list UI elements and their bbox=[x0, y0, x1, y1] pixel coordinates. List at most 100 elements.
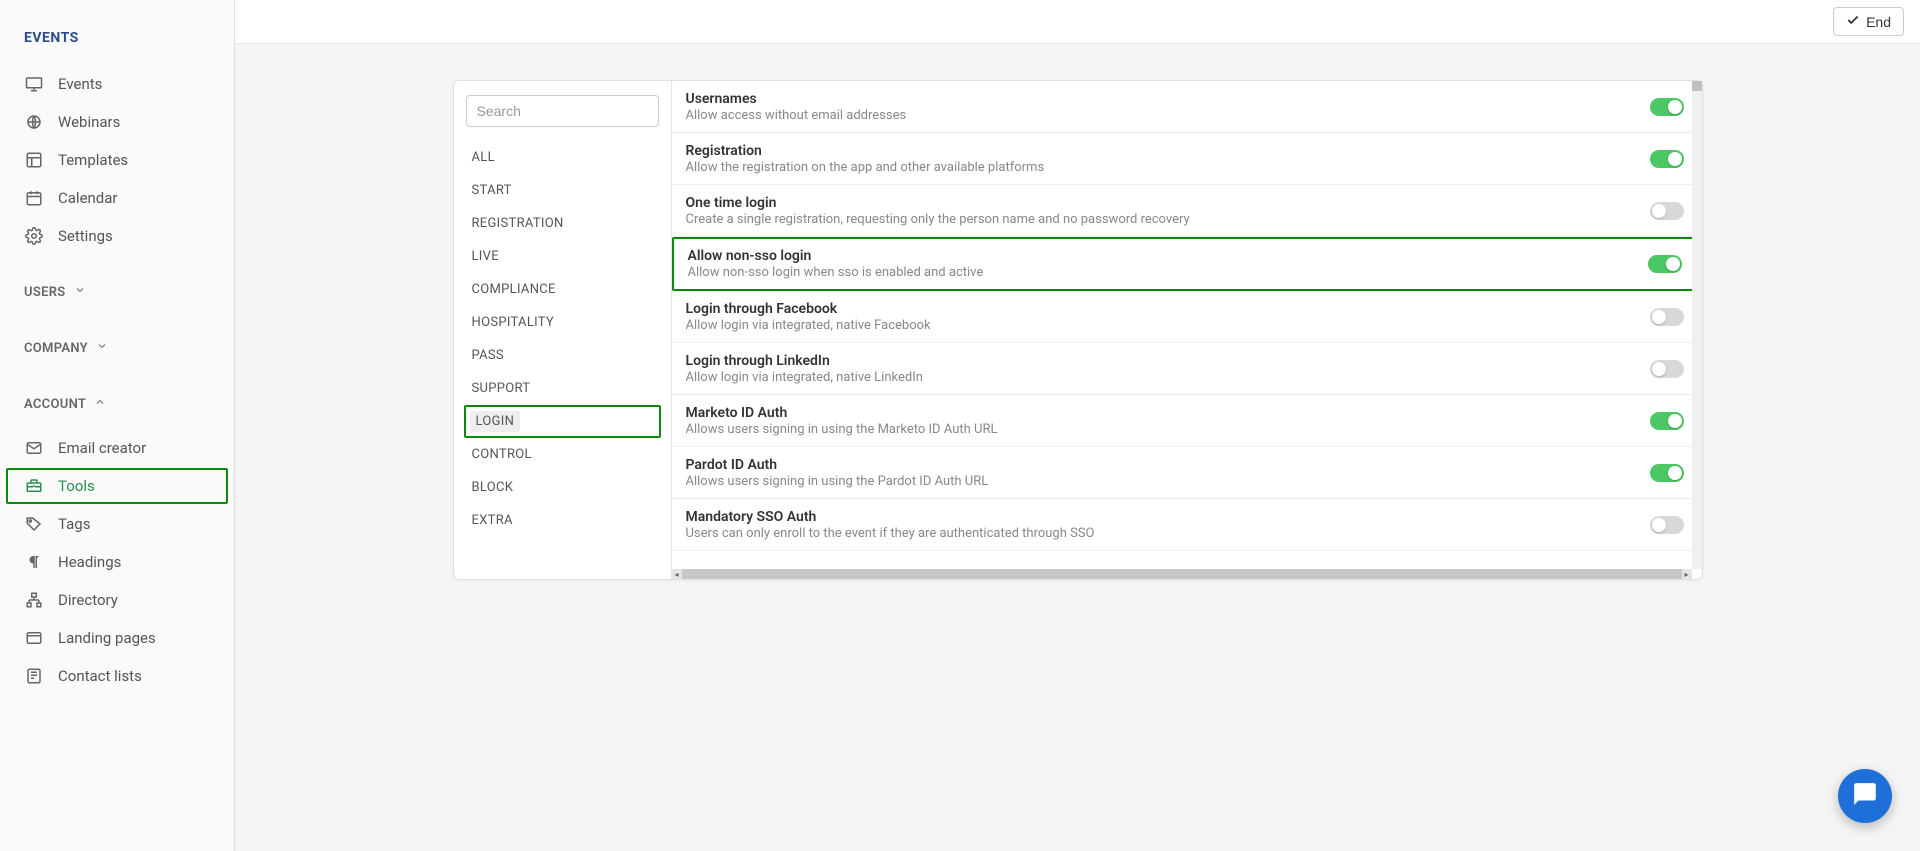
toggle-switch[interactable] bbox=[1650, 464, 1684, 482]
setting-text: Login through LinkedInAllow login via in… bbox=[686, 353, 1630, 385]
nav-item-label: Email creator bbox=[58, 439, 146, 457]
setting-desc: Allow non-sso login when sso is enabled … bbox=[688, 265, 1628, 280]
filter-column: ALLSTARTREGISTRATIONLIVECOMPLIANCEHOSPIT… bbox=[454, 81, 672, 579]
toggle-switch[interactable] bbox=[1650, 516, 1684, 534]
nav-item-tags[interactable]: Tags bbox=[0, 506, 234, 542]
toggle-switch[interactable] bbox=[1650, 202, 1684, 220]
end-button-label: End bbox=[1866, 14, 1891, 30]
end-button[interactable]: End bbox=[1833, 7, 1904, 36]
nav-item-events[interactable]: Events bbox=[0, 66, 234, 102]
nav-item-label: Directory bbox=[58, 591, 118, 609]
setting-title: Registration bbox=[686, 143, 1630, 159]
chat-icon bbox=[1852, 781, 1878, 811]
setting-desc: Allows users signing in using the Pardot… bbox=[686, 474, 1630, 489]
events-nav-group: Events Webinars Templates Calendar Settings bbox=[0, 66, 234, 254]
nav-item-label: Templates bbox=[58, 151, 128, 169]
main-area: End ALLSTARTREGISTRATIONLIVECOMPLIANCEHO… bbox=[235, 0, 1920, 851]
setting-row-usernames: UsernamesAllow access without email addr… bbox=[672, 81, 1702, 133]
sidebar: EVENTS Events Webinars Templates Calendar Se… bbox=[0, 0, 235, 851]
vertical-scrollbar[interactable] bbox=[1692, 81, 1702, 569]
nav-item-landing-pages[interactable]: Landing pages bbox=[0, 620, 234, 656]
setting-text: UsernamesAllow access without email addr… bbox=[686, 91, 1630, 123]
category-hospitality[interactable]: HOSPITALITY bbox=[466, 306, 659, 339]
setting-desc: Allow login via integrated, native Faceb… bbox=[686, 318, 1630, 333]
setting-row-mandatory-sso-auth: Mandatory SSO AuthUsers can only enroll … bbox=[672, 499, 1702, 551]
setting-text: Pardot ID AuthAllows users signing in us… bbox=[686, 457, 1630, 489]
category-live[interactable]: LIVE bbox=[466, 240, 659, 273]
setting-row-allow-non-sso-login: Allow non-sso loginAllow non-sso login w… bbox=[672, 237, 1702, 291]
category-block[interactable]: BLOCK bbox=[466, 471, 659, 504]
nav-item-settings[interactable]: Settings bbox=[0, 218, 234, 254]
category-list: ALLSTARTREGISTRATIONLIVECOMPLIANCEHOSPIT… bbox=[466, 141, 659, 537]
setting-desc: Allows users signing in using the Market… bbox=[686, 422, 1630, 437]
nav-item-label: Calendar bbox=[58, 189, 118, 207]
category-all[interactable]: ALL bbox=[466, 141, 659, 174]
nav-item-directory[interactable]: Directory bbox=[0, 582, 234, 618]
content-wrap: ALLSTARTREGISTRATIONLIVECOMPLIANCEHOSPIT… bbox=[235, 44, 1920, 851]
category-control[interactable]: CONTROL bbox=[466, 438, 659, 471]
setting-title: Mandatory SSO Auth bbox=[686, 509, 1630, 525]
settings-list-wrap: UsernamesAllow access without email addr… bbox=[672, 81, 1702, 579]
nav-item-headings[interactable]: Headings bbox=[0, 544, 234, 580]
setting-text: One time loginCreate a single registrati… bbox=[686, 195, 1630, 227]
toggle-switch[interactable] bbox=[1650, 98, 1684, 116]
setting-desc: Allow login via integrated, native Linke… bbox=[686, 370, 1630, 385]
setting-desc: Users can only enroll to the event if th… bbox=[686, 526, 1630, 541]
settings-list: UsernamesAllow access without email addr… bbox=[672, 81, 1702, 551]
chevron-down-icon bbox=[74, 284, 86, 300]
setting-row-login-through-facebook: Login through FacebookAllow login via in… bbox=[672, 291, 1702, 343]
section-company-label: COMPANY bbox=[24, 341, 88, 356]
setting-desc: Allow the registration on the app and ot… bbox=[686, 160, 1630, 175]
toggle-switch[interactable] bbox=[1650, 360, 1684, 378]
horizontal-scrollbar[interactable]: ◂ ▸ bbox=[672, 569, 1692, 579]
nav-item-calendar[interactable]: Calendar bbox=[0, 180, 234, 216]
section-account[interactable]: ACCOUNT bbox=[0, 386, 234, 422]
chevron-up-icon bbox=[94, 396, 106, 412]
tag-icon bbox=[24, 514, 44, 534]
settings-panel: ALLSTARTREGISTRATIONLIVECOMPLIANCEHOSPIT… bbox=[453, 80, 1703, 580]
category-compliance[interactable]: COMPLIANCE bbox=[466, 273, 659, 306]
category-start[interactable]: START bbox=[466, 174, 659, 207]
account-nav-group: Email creator Tools Tags Headings Directory L… bbox=[0, 430, 234, 694]
setting-row-marketo-id-auth: Marketo ID AuthAllows users signing in u… bbox=[672, 395, 1702, 447]
toggle-switch[interactable] bbox=[1650, 308, 1684, 326]
setting-title: Pardot ID Auth bbox=[686, 457, 1630, 473]
category-login[interactable]: LOGIN bbox=[464, 405, 661, 438]
top-bar: End bbox=[235, 0, 1920, 44]
setting-row-login-through-linkedin: Login through LinkedInAllow login via in… bbox=[672, 343, 1702, 395]
category-extra[interactable]: EXTRA bbox=[466, 504, 659, 537]
category-label: LOGIN bbox=[470, 411, 521, 432]
setting-desc: Allow access without email addresses bbox=[686, 108, 1630, 123]
setting-text: Login through FacebookAllow login via in… bbox=[686, 301, 1630, 333]
category-pass[interactable]: PASS bbox=[466, 339, 659, 372]
setting-title: Marketo ID Auth bbox=[686, 405, 1630, 421]
sidebar-header: EVENTS bbox=[0, 20, 234, 66]
nav-item-label: Webinars bbox=[58, 113, 120, 131]
setting-text: Allow non-sso loginAllow non-sso login w… bbox=[688, 248, 1628, 280]
nav-item-contact-lists[interactable]: Contact lists bbox=[0, 658, 234, 694]
setting-row-one-time-login: One time loginCreate a single registrati… bbox=[672, 185, 1702, 237]
search-input[interactable] bbox=[466, 95, 659, 127]
toggle-switch[interactable] bbox=[1650, 412, 1684, 430]
section-users[interactable]: USERS bbox=[0, 274, 234, 310]
chat-bubble-button[interactable] bbox=[1838, 769, 1892, 823]
toggle-switch[interactable] bbox=[1648, 255, 1682, 273]
category-support[interactable]: SUPPORT bbox=[466, 372, 659, 405]
toggle-switch[interactable] bbox=[1650, 150, 1684, 168]
globe-icon bbox=[24, 112, 44, 132]
setting-text: Mandatory SSO AuthUsers can only enroll … bbox=[686, 509, 1630, 541]
nav-item-templates[interactable]: Templates bbox=[0, 142, 234, 178]
setting-title: One time login bbox=[686, 195, 1630, 211]
section-users-label: USERS bbox=[24, 285, 66, 300]
nav-item-tools[interactable]: Tools bbox=[6, 468, 228, 504]
nav-item-webinars[interactable]: Webinars bbox=[0, 104, 234, 140]
nav-item-label: Events bbox=[58, 75, 102, 93]
section-company[interactable]: COMPANY bbox=[0, 330, 234, 366]
mail-icon bbox=[24, 438, 44, 458]
category-registration[interactable]: REGISTRATION bbox=[466, 207, 659, 240]
setting-title: Login through LinkedIn bbox=[686, 353, 1630, 369]
phone-icon bbox=[24, 666, 44, 686]
nav-item-label: Headings bbox=[58, 553, 121, 571]
nav-item-label: Tags bbox=[58, 515, 90, 533]
nav-item-email-creator[interactable]: Email creator bbox=[0, 430, 234, 466]
